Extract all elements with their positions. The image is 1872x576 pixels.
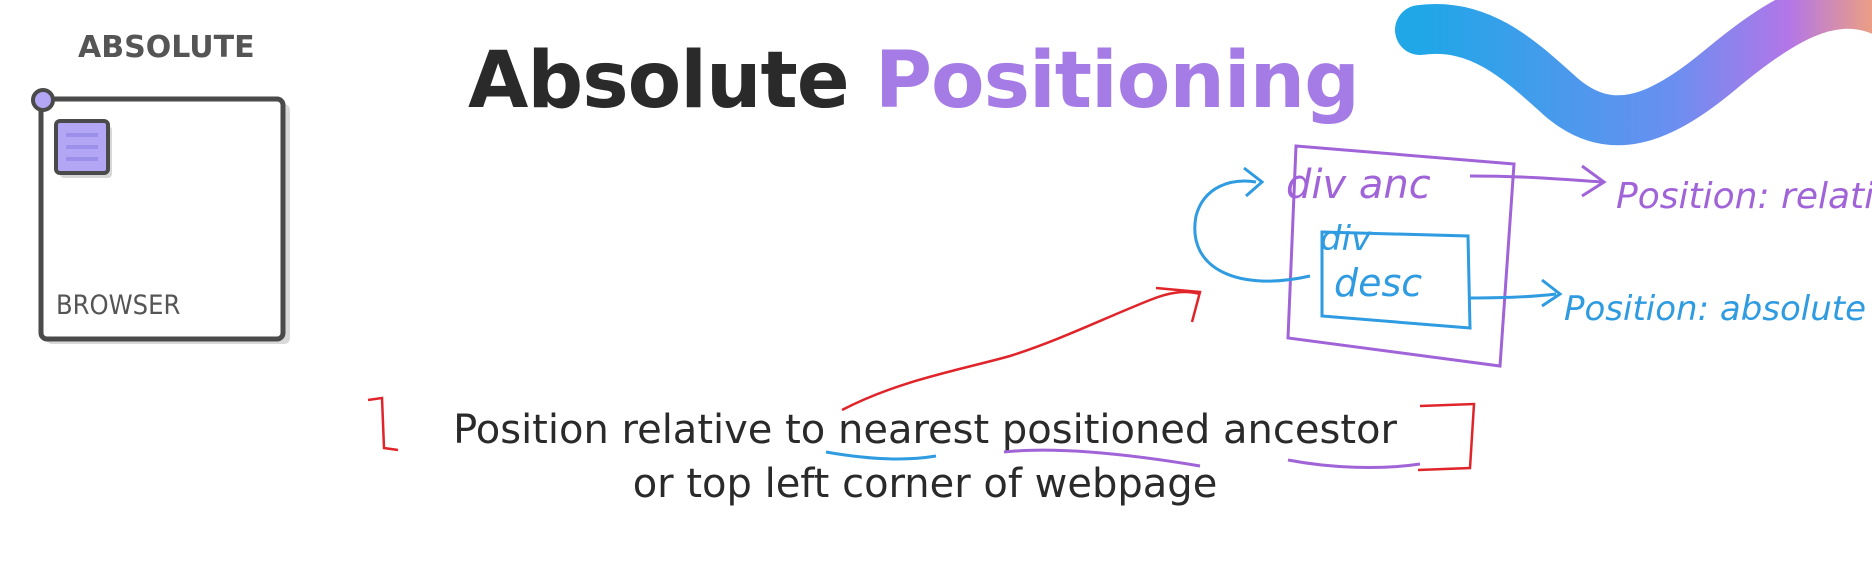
- label-position-absolute: Position: absolute: [1564, 289, 1866, 329]
- label-desc: desc: [1334, 261, 1422, 305]
- absolute-arrow: [1469, 292, 1557, 300]
- red-bracket-left: [367, 396, 399, 452]
- underline-ancestor: [1287, 458, 1421, 469]
- underline-nearest: [825, 450, 937, 461]
- underline-positioned: [1003, 448, 1201, 468]
- label-position-relative: Position: relative: [1616, 176, 1872, 217]
- label-div-anc: div anc: [1286, 162, 1431, 208]
- label-div: div: [1320, 219, 1372, 259]
- red-bracket-right: [1417, 402, 1476, 472]
- red-arrow: [841, 290, 1201, 412]
- annotation-layer: div anc div desc Position: relative Posi…: [367, 144, 1872, 472]
- absolute-arrowhead: [1541, 278, 1563, 308]
- relative-arrow: [1469, 174, 1603, 184]
